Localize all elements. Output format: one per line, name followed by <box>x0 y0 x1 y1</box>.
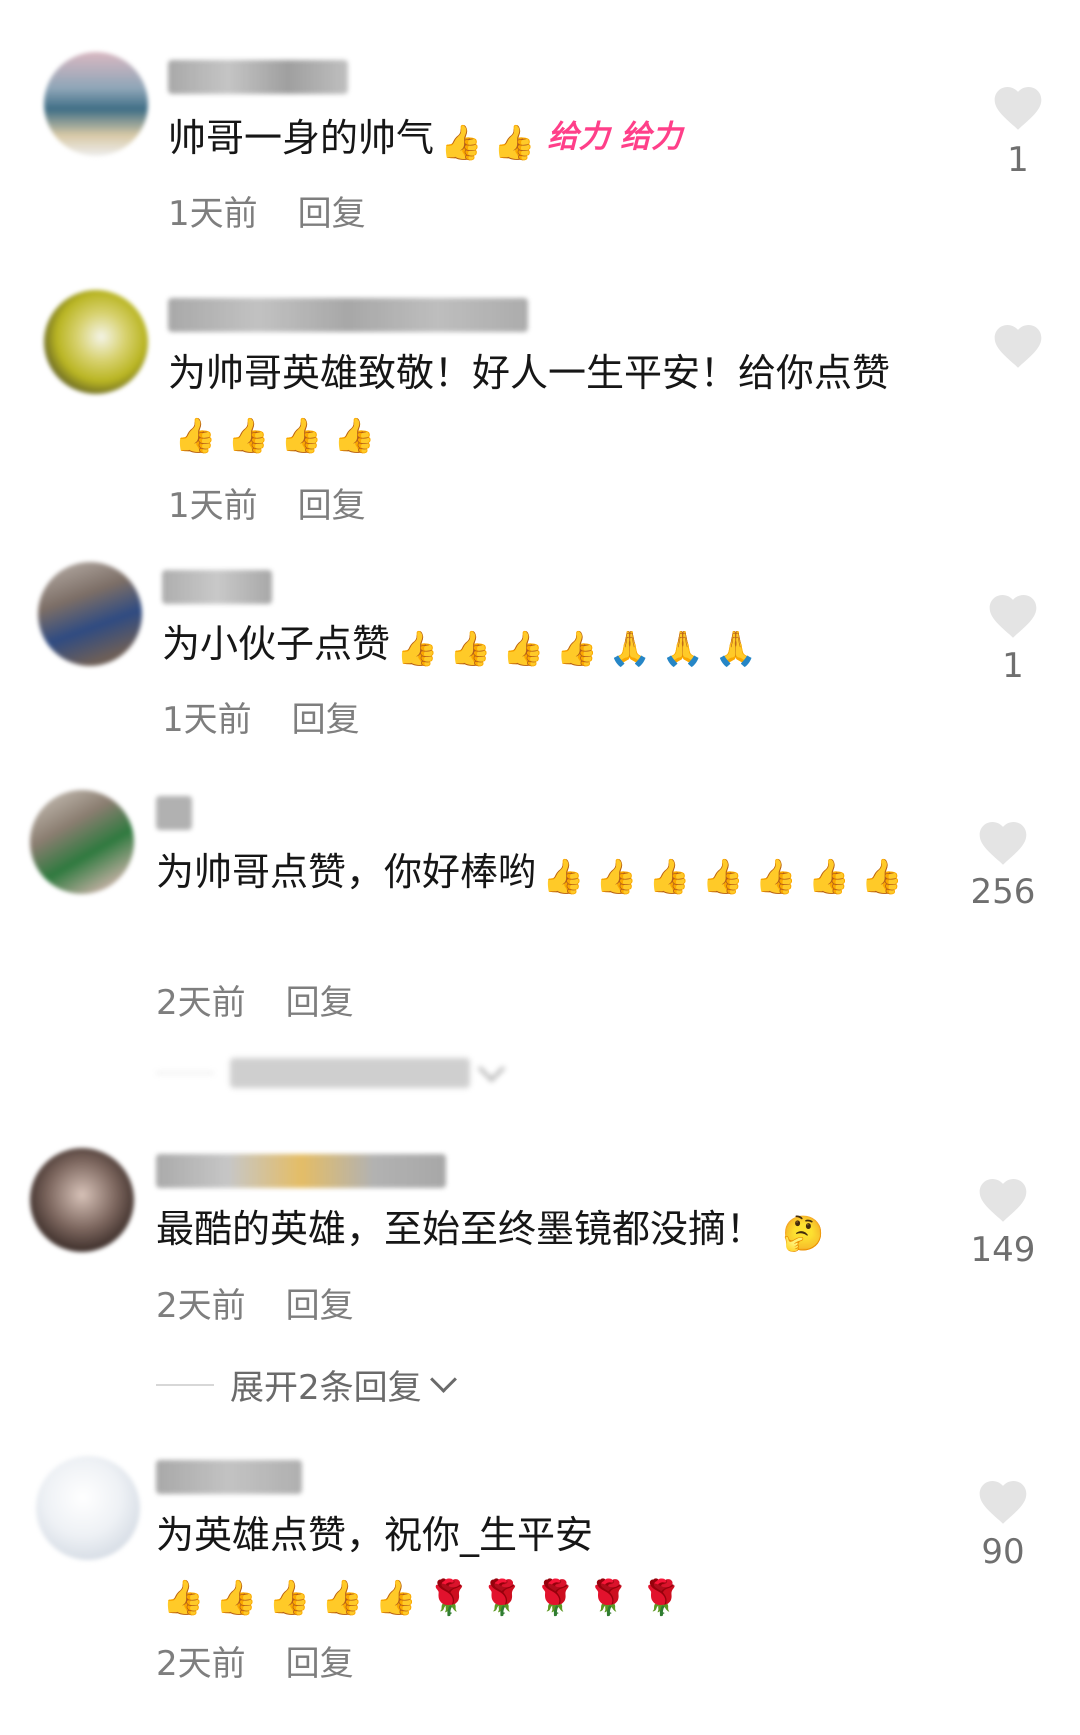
comment-text: 帅哥一身的帅气 👍 👍 给力 给力 <box>168 108 948 167</box>
avatar[interactable] <box>44 52 148 156</box>
chevron-down-icon <box>429 1366 457 1393</box>
heart-icon[interactable] <box>990 318 1046 374</box>
comment-body: 为帅哥英雄致敬！好人一生平安！给你点赞 <box>168 351 891 395</box>
geili-sticker: 给力 给力 <box>547 119 683 155</box>
comment-text: 最酷的英雄，至始至终墨镜都没摘！ 🤔 <box>156 1200 936 1258</box>
comment-body: 帅哥一身的帅气 <box>168 116 435 160</box>
comment-text: 为帅哥英雄致敬！好人一生平安！给你点赞 👍 👍 👍 👍 <box>168 344 948 460</box>
comment-text: 为帅哥点赞，你好棒哟 👍 👍 👍 👍 👍 👍 👍 <box>156 843 916 901</box>
comment-meta: 1天前 回复 <box>168 478 366 527</box>
chevron-down-icon <box>478 1054 505 1082</box>
timestamp: 1天前 <box>162 700 252 740</box>
reply-button[interactable]: 回复 <box>292 700 360 740</box>
comment-text: 为小伙子点赞 👍 👍 👍 👍 🙏 🙏 🙏 <box>162 615 942 673</box>
timestamp: 2天前 <box>156 1286 246 1326</box>
blurred-label <box>230 1058 470 1088</box>
username-blurred[interactable] <box>156 796 192 830</box>
expand-replies[interactable]: 展开2条回复 <box>156 1360 457 1409</box>
thumbs-up-rose-icon: 👍 👍 👍 👍 👍 🌹 🌹 🌹 🌹 🌹 <box>162 1578 683 1618</box>
avatar[interactable] <box>44 290 148 394</box>
comment-meta: 1天前 回复 <box>162 692 360 741</box>
username-blurred[interactable] <box>168 60 348 94</box>
username-blurred[interactable] <box>168 298 528 332</box>
avatar[interactable] <box>30 790 134 894</box>
comment-body: 为小伙子点赞 <box>162 622 391 666</box>
thumbs-up-icon: 👍 👍 <box>440 123 536 163</box>
comment-body: 为帅哥点赞，你好棒哟 <box>156 850 537 894</box>
comment-body: 最酷的英雄，至始至终墨镜都没摘！ <box>156 1207 765 1251</box>
divider-line <box>156 1072 214 1074</box>
thumbs-up-icon: 👍 👍 👍 👍 👍 👍 👍 <box>542 857 904 897</box>
heart-icon[interactable] <box>985 588 1041 644</box>
username-blurred[interactable] <box>156 1460 302 1494</box>
timestamp: 2天前 <box>156 983 246 1023</box>
thinking-face-icon: 🤔 <box>782 1214 825 1254</box>
reply-button[interactable]: 回复 <box>286 1644 354 1684</box>
like-count: 149 <box>970 1230 1036 1270</box>
reply-button[interactable]: 回复 <box>286 1286 354 1326</box>
comment-meta: 2天前 回复 <box>156 1636 354 1685</box>
like-count: 90 <box>981 1532 1025 1572</box>
expand-replies-label: 展开2条回复 <box>230 1368 422 1408</box>
heart-icon[interactable] <box>975 815 1031 871</box>
username-blurred[interactable] <box>162 570 272 604</box>
avatar[interactable] <box>30 1148 134 1252</box>
reply-button[interactable]: 回复 <box>286 983 354 1023</box>
heart-icon[interactable] <box>975 1172 1031 1228</box>
comment-meta: 1天前 回复 <box>168 186 366 235</box>
timestamp: 1天前 <box>168 194 258 234</box>
avatar[interactable] <box>38 562 142 666</box>
like-count: 1 <box>1002 646 1024 686</box>
avatar[interactable] <box>36 1456 140 1560</box>
like-count: 256 <box>970 872 1036 912</box>
thumbs-up-icon: 👍 👍 👍 👍 🙏 🙏 🙏 <box>396 629 758 669</box>
heart-icon[interactable] <box>990 80 1046 136</box>
comment-body: 为英雄点赞，祝你_生平安 <box>156 1513 594 1557</box>
timestamp: 1天前 <box>168 486 258 526</box>
comment-text: 为英雄点赞，祝你_生平安 👍 👍 👍 👍 👍 🌹 🌹 🌹 🌹 🌹 <box>156 1506 916 1622</box>
username-blurred[interactable] <box>156 1154 446 1188</box>
like-count: 1 <box>1007 140 1029 180</box>
expand-replies-blurred[interactable] <box>156 1054 505 1088</box>
reply-button[interactable]: 回复 <box>298 486 366 526</box>
comment-meta: 2天前 回复 <box>156 1278 354 1327</box>
comment-meta: 2天前 回复 <box>156 975 354 1024</box>
reply-button[interactable]: 回复 <box>298 194 366 234</box>
thumbs-up-icon: 👍 👍 👍 👍 <box>174 416 376 456</box>
timestamp: 2天前 <box>156 1644 246 1684</box>
divider-line <box>156 1383 214 1386</box>
heart-icon[interactable] <box>975 1474 1031 1530</box>
